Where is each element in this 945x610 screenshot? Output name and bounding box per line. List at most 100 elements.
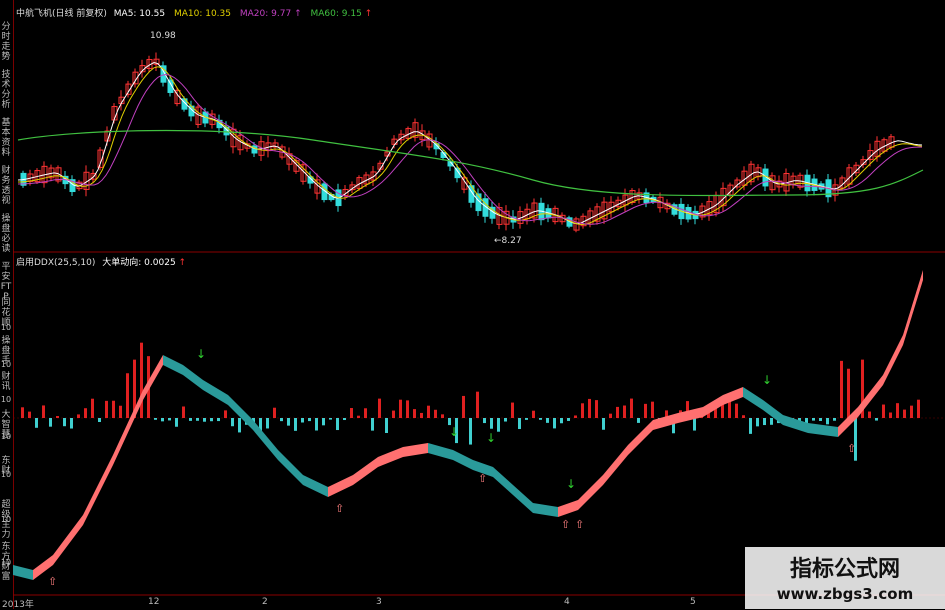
ddx-bar-positive xyxy=(357,415,360,418)
ddx-bar-negative xyxy=(490,418,493,429)
ddx-bar-negative xyxy=(161,418,164,422)
ddx-bar-negative xyxy=(693,418,696,431)
sidebar-item-1[interactable]: 技术分析 xyxy=(0,70,12,110)
high-annotation: 10.98 xyxy=(150,31,176,41)
ddx-bar-negative xyxy=(371,418,374,431)
ddx-bar-negative xyxy=(336,418,339,431)
ddx-bar-positive xyxy=(84,408,87,418)
ddx-bar-negative xyxy=(602,418,605,430)
ddx-bar-negative xyxy=(322,418,325,426)
chart-area: ↓ ↓ ↓ ↓ ↓ ⇧ ⇧ ⇧ ⇧ ⇧ ⇧ xyxy=(13,52,945,596)
ddx-bar-positive xyxy=(350,408,353,418)
ddx-bar-negative xyxy=(637,418,640,423)
ddx-bar-negative xyxy=(812,418,815,421)
ddx-bar-positive xyxy=(119,405,122,418)
date-label: 12 xyxy=(148,597,160,607)
ddx-bar-positive xyxy=(56,415,59,418)
ddx-bar-negative xyxy=(560,418,563,424)
ddx-bar-positive xyxy=(364,408,367,418)
ddx-bar-negative xyxy=(329,418,332,420)
sidebar-item-2[interactable]: 基本资料 xyxy=(0,118,12,158)
ddx-bar-negative xyxy=(266,418,269,429)
sidebar-item-4[interactable]: 操盘必读 xyxy=(0,214,12,254)
date-label: 5 xyxy=(690,597,696,607)
sell-signal-arrow: ⇧ xyxy=(561,518,570,531)
axis-tick-label: 10 xyxy=(0,515,12,524)
sidebar-item-8[interactable]: 财讯 xyxy=(0,372,12,392)
ddx-bar-negative xyxy=(763,418,766,426)
ddx-bar-positive xyxy=(420,412,423,418)
ribbon-rising xyxy=(678,407,703,423)
ddx-bar-negative xyxy=(168,418,171,421)
price-header: 中航飞机(日线 前复权) MA5: 10.55 MA10: 10.35 MA20… xyxy=(16,6,372,19)
ddx-bar-positive xyxy=(511,402,514,418)
ddx-bar-positive xyxy=(91,398,94,418)
ribbon-falling xyxy=(513,485,533,513)
ddx-bar-positive xyxy=(476,391,479,418)
ddx-bar-negative xyxy=(525,418,528,420)
date-label: 4 xyxy=(564,597,570,607)
ddx-bar-positive xyxy=(413,409,416,418)
ddx-bar-negative xyxy=(189,418,192,421)
ddx-bar-positive xyxy=(840,360,843,418)
ddx-bar-negative xyxy=(483,418,486,424)
ddx-bar-negative xyxy=(49,418,52,427)
indicator-header: 启用DDX(25,5,10) 大单动向: 0.0025 ↑ xyxy=(16,255,186,268)
ddx-bar-negative xyxy=(756,418,759,427)
ddx-bar-positive xyxy=(112,400,115,418)
ma5-label: MA5: 10.55 xyxy=(113,9,166,19)
sidebar: 分时走势 技术分析 基本资料 财务透视 操盘必读 平安FTP 同花顺 操盘手 财讯 大智慧 东财 超级… xyxy=(0,0,14,609)
ribbon-rising xyxy=(53,515,83,565)
ddx-bar-positive xyxy=(392,410,395,418)
ddx-bar-positive xyxy=(917,399,920,418)
ddx-bar-positive xyxy=(882,404,885,418)
sell-signal-arrow: ⇧ xyxy=(478,472,487,485)
ddx-bar-positive xyxy=(399,399,402,418)
ribbon-falling xyxy=(13,565,33,580)
buy-signal-arrow: ↓ xyxy=(566,477,576,491)
axis-tick-label: 10 xyxy=(0,323,12,332)
watermark-url: www.zbgs3.com xyxy=(776,585,914,603)
ribbon-rising xyxy=(603,445,628,485)
ribbon-rising xyxy=(578,475,603,510)
ddx-bar-positive xyxy=(105,400,108,418)
ddx-bar-negative xyxy=(287,418,290,426)
ddx-bar-positive xyxy=(651,401,654,418)
sidebar-item-5[interactable]: 平安FTP xyxy=(0,262,12,302)
sidebar-item-0[interactable]: 分时走势 xyxy=(0,22,12,62)
ddx-bar-negative xyxy=(553,418,556,429)
ddx-bar-positive xyxy=(616,406,619,418)
sidebar-item-3[interactable]: 财务透视 xyxy=(0,166,12,206)
ddx-bar-negative xyxy=(826,418,829,425)
sell-signal-arrow: ⇧ xyxy=(575,518,584,531)
axis-tick-label: 10 xyxy=(0,360,12,369)
ddx-bar-negative xyxy=(504,418,507,422)
ma20-label: MA20: 9.77 xyxy=(239,9,292,19)
ddx-bar-negative xyxy=(154,418,157,420)
ddx-bar-negative xyxy=(770,418,773,425)
indicator-value: 大单动向: 0.0025 xyxy=(102,258,176,268)
ddx-bar-positive xyxy=(140,342,143,418)
ribbon-falling xyxy=(278,450,303,485)
ddx-bar-negative xyxy=(217,418,220,422)
ddx-bar-positive xyxy=(434,409,437,418)
ribbon-falling xyxy=(303,475,328,497)
ddx-bar-negative xyxy=(875,418,878,421)
ribbon-rising xyxy=(883,335,903,385)
ribbon-rising xyxy=(628,420,653,455)
ddx-bar-positive xyxy=(42,405,45,418)
ddx-bar-negative xyxy=(231,418,234,427)
ddx-bar-negative xyxy=(210,418,213,422)
axis-tick-label: 10 xyxy=(0,395,12,404)
ddx-bar-negative xyxy=(203,418,206,422)
date-label: 2 xyxy=(262,597,268,607)
buy-signal-arrow: ↓ xyxy=(486,431,496,445)
axis-tick-label: 10 xyxy=(0,470,12,479)
ddx-bar-negative xyxy=(196,418,199,421)
ddx-bar-positive xyxy=(462,395,465,418)
ddx-bar-negative xyxy=(567,418,570,421)
ribbon-rising xyxy=(558,500,578,517)
ddx-bar-negative xyxy=(343,418,346,421)
ddx-bar-positive xyxy=(21,407,24,418)
ddx-bar-positive xyxy=(910,405,913,418)
